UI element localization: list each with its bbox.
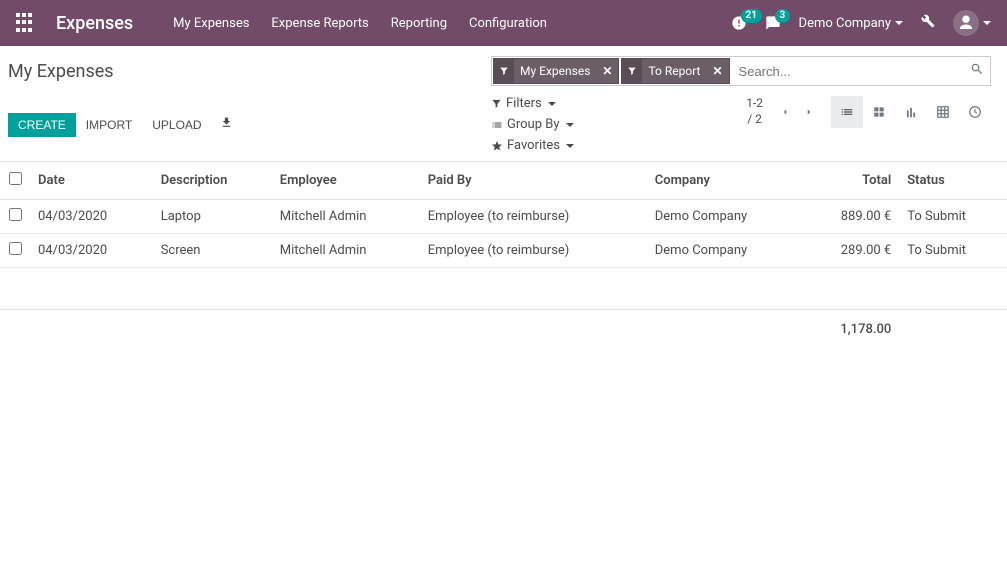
expense-table: Date Description Employee Paid By Compan…	[0, 162, 1007, 349]
upload-button[interactable]: Upload	[142, 113, 211, 137]
menu-my-expenses[interactable]: My Expenses	[173, 16, 249, 31]
col-company[interactable]: Company	[647, 162, 803, 200]
col-employee[interactable]: Employee	[272, 162, 420, 200]
cell-status: To Submit	[899, 234, 1007, 268]
filters-dropdown[interactable]: Filters	[491, 96, 556, 111]
col-paidby[interactable]: Paid By	[420, 162, 647, 200]
debug-icon[interactable]	[921, 14, 935, 32]
messages-badge: 3	[775, 9, 791, 23]
col-description[interactable]: Description	[153, 162, 272, 200]
app-brand: Expenses	[56, 13, 133, 34]
chevron-down-icon	[983, 21, 991, 25]
view-graph-button[interactable]	[895, 96, 927, 128]
row-checkbox[interactable]	[9, 208, 22, 221]
chevron-down-icon	[895, 21, 903, 25]
cell-company: Demo Company	[647, 200, 803, 234]
activity-badge: 21	[741, 9, 762, 23]
pager-prev[interactable]	[773, 100, 797, 124]
pager-total: / 2	[746, 112, 763, 128]
funnel-icon	[622, 59, 642, 83]
cell-employee: Mitchell Admin	[272, 200, 420, 234]
cell-date: 04/03/2020	[30, 200, 153, 234]
cell-total: 889.00 €	[803, 200, 899, 234]
facet-remove[interactable]: ✕	[706, 64, 728, 78]
search-input[interactable]	[731, 64, 964, 79]
view-kanban-button[interactable]	[863, 96, 895, 128]
chevron-down-icon	[548, 102, 556, 106]
pager-range: 1-2	[746, 96, 763, 112]
main-navbar: Expenses My Expenses Expense Reports Rep…	[0, 0, 1007, 46]
search-icon[interactable]	[964, 62, 990, 80]
cell-description: Laptop	[153, 200, 272, 234]
chevron-down-icon	[566, 144, 574, 148]
view-pivot-button[interactable]	[927, 96, 959, 128]
page-title: My Expenses	[8, 61, 114, 82]
groupby-dropdown[interactable]: Group By	[491, 117, 574, 132]
col-total[interactable]: Total	[803, 162, 899, 200]
col-date[interactable]: Date	[30, 162, 153, 200]
create-button[interactable]: Create	[8, 113, 76, 137]
cell-employee: Mitchell Admin	[272, 234, 420, 268]
messages-icon[interactable]: 3	[765, 15, 781, 31]
facet-label: To Report	[642, 64, 706, 78]
menu-reporting[interactable]: Reporting	[391, 16, 447, 31]
cell-total: 289.00 €	[803, 234, 899, 268]
cell-date: 04/03/2020	[30, 234, 153, 268]
cell-paidby: Employee (to reimburse)	[420, 234, 647, 268]
menu-configuration[interactable]: Configuration	[469, 16, 547, 31]
navbar-menu: My Expenses Expense Reports Reporting Co…	[173, 16, 547, 31]
search-bar: My Expenses ✕ To Report ✕	[491, 56, 991, 86]
table-row[interactable]: 04/03/2020LaptopMitchell AdminEmployee (…	[0, 200, 1007, 234]
view-list-button[interactable]	[831, 96, 863, 128]
chevron-down-icon	[566, 123, 574, 127]
apps-icon[interactable]	[16, 13, 36, 33]
cell-company: Demo Company	[647, 234, 803, 268]
menu-expense-reports[interactable]: Expense Reports	[271, 16, 368, 31]
select-all-checkbox[interactable]	[9, 172, 22, 185]
pager-next[interactable]	[797, 100, 821, 124]
avatar	[953, 10, 979, 36]
table-row[interactable]: 04/03/2020ScreenMitchell AdminEmployee (…	[0, 234, 1007, 268]
import-button[interactable]: Import	[76, 113, 142, 137]
search-facet-my-expenses: My Expenses ✕	[493, 58, 619, 84]
cell-status: To Submit	[899, 200, 1007, 234]
control-panel: My Expenses My Expenses ✕ To Report ✕	[0, 46, 1007, 162]
favorites-label: Favorites	[507, 138, 560, 153]
facet-remove[interactable]: ✕	[596, 64, 618, 78]
company-name: Demo Company	[799, 16, 891, 31]
facet-label: My Expenses	[514, 64, 596, 78]
cell-paidby: Employee (to reimburse)	[420, 200, 647, 234]
company-switcher[interactable]: Demo Company	[799, 16, 903, 31]
col-status[interactable]: Status	[899, 162, 1007, 200]
funnel-icon	[494, 59, 514, 83]
cell-description: Screen	[153, 234, 272, 268]
pager: 1-2 / 2	[746, 96, 763, 127]
filters-label: Filters	[506, 96, 542, 111]
footer-total: 1,178.00	[803, 310, 899, 350]
view-activity-button[interactable]	[959, 96, 991, 128]
row-checkbox[interactable]	[9, 242, 22, 255]
activity-icon[interactable]: 21	[731, 15, 747, 31]
groupby-label: Group By	[507, 117, 560, 132]
user-menu[interactable]	[953, 10, 991, 36]
download-icon[interactable]	[212, 111, 241, 138]
search-facet-to-report: To Report ✕	[621, 58, 729, 84]
favorites-dropdown[interactable]: Favorites	[491, 138, 574, 153]
